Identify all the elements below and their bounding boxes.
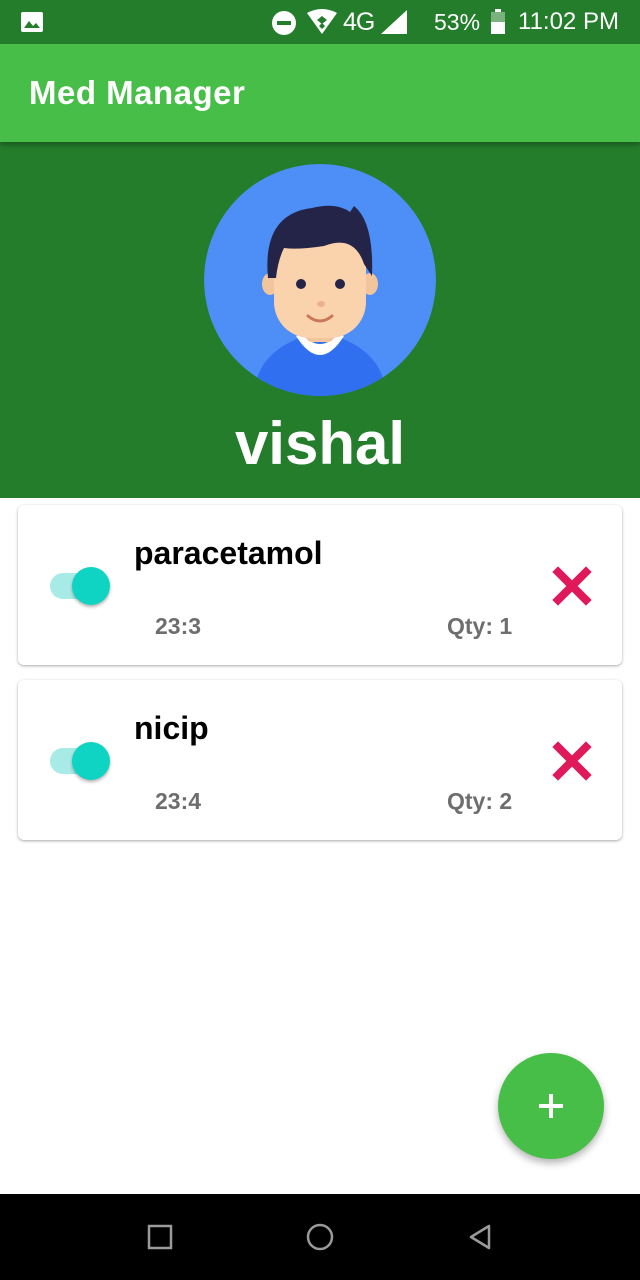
profile-header: vishal [0,142,640,498]
delete-icon[interactable] [552,566,592,606]
status-bar: 4G 53% 11:02 PM [0,0,640,44]
network-type: 4G [343,8,375,36]
medicine-quantity: Qty: 1 [447,613,513,639]
toggle-thumb [72,567,110,605]
wifi-icon [306,9,338,40]
reminder-toggle[interactable] [50,742,110,780]
app-title: Med Manager [29,74,246,111]
medicine-card: nicip 23:4 Qty: 2 [18,680,622,840]
user-name: vishal [234,410,406,477]
recent-apps-icon[interactable] [144,1221,176,1253]
plus-icon [539,1094,563,1118]
medicine-name: paracetamol [134,535,323,571]
add-medicine-button[interactable] [498,1053,604,1159]
medicine-time: 23:3 [155,613,202,639]
toggle-thumb [72,742,110,780]
clock: 11:02 PM [518,8,619,35]
navigation-bar [0,1194,640,1280]
medicine-quantity: Qty: 2 [447,788,513,814]
app-bar: Med Manager [0,44,640,142]
image-icon [20,11,44,38]
medicine-time: 23:4 [155,788,202,814]
medicine-card: paracetamol 23:3 Qty: 1 [18,505,622,665]
battery-percent: 53% [434,9,481,35]
medicine-name: nicip [134,710,209,746]
do-not-disturb-icon [271,10,297,41]
delete-icon[interactable] [552,741,592,781]
avatar [204,164,436,396]
home-icon[interactable] [304,1221,336,1253]
signal-icon [380,9,408,40]
battery-icon [490,9,506,40]
reminder-toggle[interactable] [50,567,110,605]
back-icon[interactable] [464,1221,496,1253]
